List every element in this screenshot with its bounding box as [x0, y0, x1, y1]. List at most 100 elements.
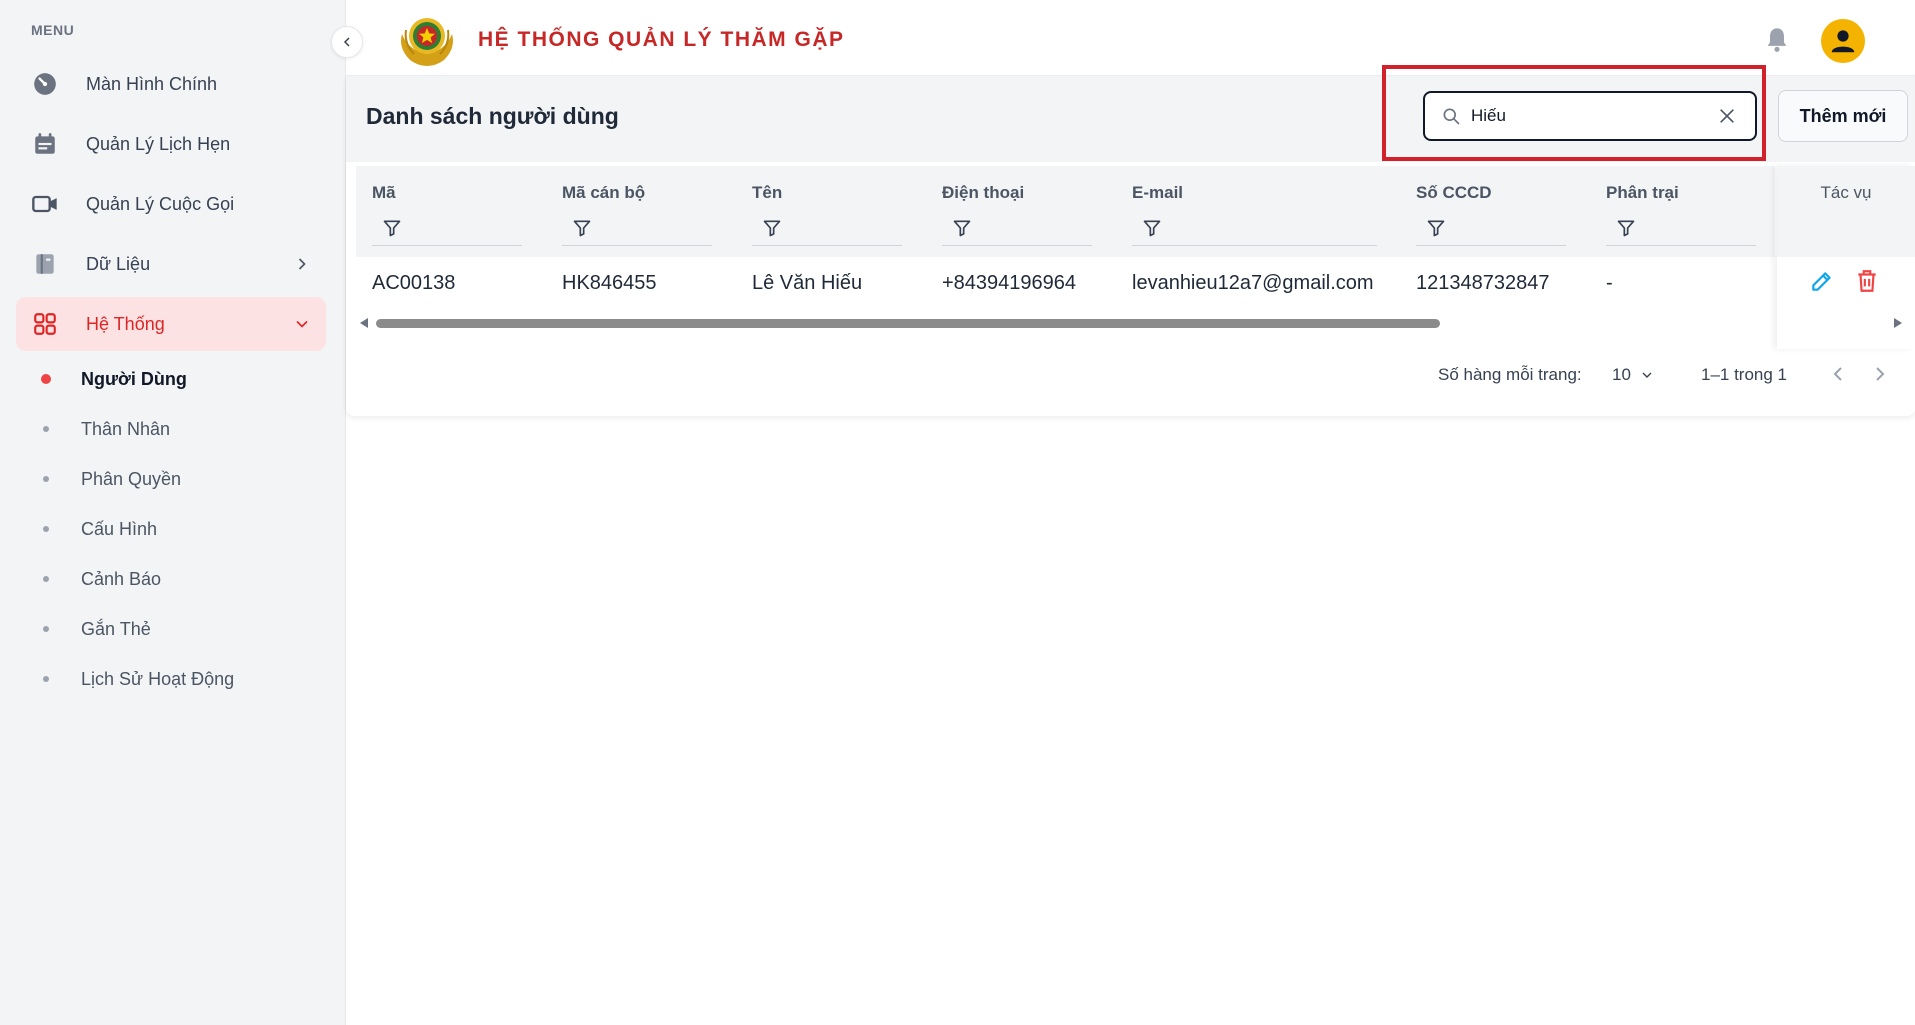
column-header-email[interactable]: E-mail: [1132, 166, 1377, 257]
filter-icon[interactable]: [572, 218, 592, 238]
database-icon: [30, 249, 60, 279]
clear-search-icon[interactable]: [1717, 106, 1737, 126]
sidebar-subitem-activity-log[interactable]: Lịch Sử Hoạt Động: [0, 659, 346, 699]
sidebar-subitem-tags[interactable]: Gắn Thẻ: [0, 609, 346, 649]
horizontal-scrollbar[interactable]: [360, 316, 1902, 330]
column-header-code[interactable]: Mã: [372, 166, 522, 257]
sidebar-subitem-label: Lịch Sử Hoạt Động: [81, 668, 235, 689]
sidebar-item-appointments[interactable]: Quản Lý Lịch Hẹn: [16, 117, 326, 171]
chevron-left-icon: [343, 37, 350, 47]
column-header-camp[interactable]: Phân trại: [1606, 166, 1756, 257]
sidebar-subitem-label: Người Dùng: [81, 368, 187, 389]
cell-email: levanhieu12a7@gmail.com: [1132, 272, 1374, 294]
filter-icon[interactable]: [762, 218, 782, 238]
filter-icon[interactable]: [952, 218, 972, 238]
bullet-dot: [43, 426, 49, 432]
add-new-button[interactable]: Thêm mới: [1778, 90, 1908, 142]
bullet-dot: [43, 576, 49, 582]
bell-icon[interactable]: [1763, 26, 1791, 54]
column-label: Tác vụ: [1820, 183, 1872, 202]
column-label: Phân trại: [1606, 183, 1679, 202]
cell-code: AC00138: [372, 272, 456, 294]
calendar-icon: [30, 129, 60, 159]
users-card: Danh sách người dùng Thêm mới Mã Mã cán …: [346, 65, 1915, 416]
filter-icon[interactable]: [382, 218, 402, 238]
filter-icon[interactable]: [1616, 218, 1636, 238]
user-avatar[interactable]: [1821, 19, 1865, 63]
column-label: E-mail: [1132, 183, 1184, 202]
cell-camp: -: [1606, 272, 1613, 294]
page-range: 1–1 trong 1: [1701, 365, 1788, 384]
sidebar-item-label: Quản Lý Lịch Hẹn: [86, 133, 231, 154]
sidebar-item-label: Dữ Liệu: [86, 253, 151, 274]
filter-underline: [1132, 245, 1377, 246]
edit-icon[interactable]: [1809, 268, 1835, 294]
column-label: Số CCCD: [1416, 183, 1492, 202]
sidebar-item-label: Quản Lý Cuộc Gọi: [86, 193, 235, 214]
sidebar-subitem-label: Gắn Thẻ: [81, 618, 151, 639]
filter-underline: [1416, 245, 1566, 246]
sidebar-item-dashboard[interactable]: Màn Hình Chính: [16, 57, 326, 111]
scroll-left-arrow[interactable]: [360, 318, 368, 328]
search-input[interactable]: [1471, 106, 1691, 126]
menu-label: MENU: [31, 22, 75, 38]
scroll-right-arrow[interactable]: [1894, 318, 1902, 328]
column-label: Mã: [372, 183, 396, 202]
user-icon: [1831, 30, 1855, 53]
bullet-dot: [43, 676, 49, 682]
column-header-phone[interactable]: Điện thoại: [942, 166, 1092, 257]
column-label: Điện thoại: [942, 183, 1025, 202]
sidebar-subitem-label: Cảnh Báo: [81, 568, 162, 589]
police-emblem-logo: [401, 18, 453, 66]
column-header-id-number[interactable]: Số CCCD: [1416, 166, 1566, 257]
scroll-thumb[interactable]: [376, 319, 1440, 328]
video-camera-icon: [30, 189, 60, 219]
filter-underline: [372, 245, 522, 246]
chevron-down-icon: [296, 320, 308, 328]
sidebar-subitem-users[interactable]: Người Dùng: [0, 359, 346, 399]
chevron-right-icon: [298, 258, 306, 270]
sidebar-item-label: Hệ Thống: [86, 313, 165, 334]
sidebar-item-label: Màn Hình Chính: [86, 73, 218, 94]
filter-icon[interactable]: [1426, 218, 1446, 238]
active-dot: [41, 374, 51, 384]
sidebar-subitem-relatives[interactable]: Thân Nhân: [0, 409, 346, 449]
bullet-dot: [43, 476, 49, 482]
bullet-dot: [43, 526, 49, 532]
column-header-name[interactable]: Tên: [752, 166, 902, 257]
rows-per-page-value: 10: [1612, 365, 1631, 384]
cell-id-number: 121348732847: [1416, 272, 1550, 294]
search-field[interactable]: [1423, 91, 1757, 141]
next-page-icon[interactable]: [1868, 362, 1892, 386]
page-title: Danh sách người dùng: [366, 103, 619, 129]
collapse-sidebar-button[interactable]: [331, 26, 363, 58]
rows-per-page-label: Số hàng mỗi trang:: [1438, 365, 1582, 384]
bullet-dot: [43, 626, 49, 632]
sidebar-item-calls[interactable]: Quản Lý Cuộc Gọi: [16, 177, 326, 231]
rows-per-page-select[interactable]: 10: [1612, 360, 1655, 390]
app-root: MENU Màn Hình Chính Quản Lý Lịch Hẹn Quả…: [0, 0, 1915, 1025]
sidebar-item-system[interactable]: Hệ Thống: [16, 297, 326, 351]
sidebar-subitem-label: Thân Nhân: [81, 418, 171, 439]
sidebar-subitem-config[interactable]: Cấu Hình: [0, 509, 346, 549]
filter-underline: [1606, 245, 1756, 246]
delete-icon[interactable]: [1854, 268, 1880, 294]
sidebar-subitem-permissions[interactable]: Phân Quyền: [0, 459, 346, 499]
sidebar: MENU Màn Hình Chính Quản Lý Lịch Hẹn Quả…: [0, 0, 346, 1025]
top-header: HỆ THỐNG QUẢN LÝ THĂM GẶP: [346, 0, 1915, 76]
chevron-down-icon: [1642, 372, 1652, 378]
sidebar-item-data[interactable]: Dữ Liệu: [16, 237, 326, 291]
column-header-staff-code[interactable]: Mã cán bộ: [562, 166, 712, 257]
pagination: Số hàng mỗi trang: 10 1–1 trong 1: [346, 356, 1915, 396]
sidebar-subitem-alerts[interactable]: Cảnh Báo: [0, 559, 346, 599]
previous-page-icon[interactable]: [1826, 362, 1850, 386]
app-title: HỆ THỐNG QUẢN LÝ THĂM GẶP: [478, 28, 845, 51]
column-label: Tên: [752, 183, 783, 202]
sidebar-subitem-label: Cấu Hình: [81, 518, 158, 539]
cell-phone: +84394196964: [942, 272, 1077, 294]
filter-icon[interactable]: [1142, 218, 1162, 238]
cell-staff-code: HK846455: [562, 272, 657, 294]
action-column-header: Tác vụ: [1777, 166, 1915, 257]
table-row[interactable]: AC00138 HK846455 Lê Văn Hiếu +8439419696…: [356, 257, 1775, 311]
dashboard-icon: [30, 69, 60, 99]
